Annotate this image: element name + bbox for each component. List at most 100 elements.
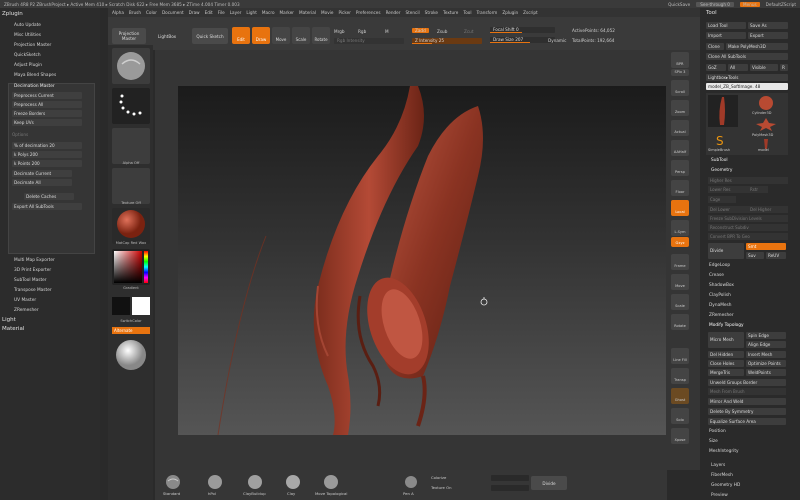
- rgb-intensity-slider[interactable]: Rgb Intensity: [334, 38, 404, 44]
- aahalf-button[interactable]: AAHalf: [671, 140, 689, 156]
- main-color-swatch[interactable]: [132, 297, 150, 315]
- clone-all-subtools-button[interactable]: Clone All SubTools: [706, 53, 788, 60]
- menu-edit[interactable]: Edit: [205, 10, 213, 15]
- floor-button[interactable]: Floor: [671, 180, 689, 196]
- mirror-and-weld-button[interactable]: Mirror And Weld: [708, 398, 786, 405]
- menu-document[interactable]: Document: [162, 10, 184, 15]
- solo-button[interactable]: Solo: [671, 408, 689, 424]
- menu-draw[interactable]: Draw: [189, 10, 200, 15]
- draw-mode-button[interactable]: Draw: [252, 27, 270, 44]
- save-as-button[interactable]: Save As: [748, 22, 788, 29]
- lsym-button[interactable]: L.Sym: [671, 220, 689, 236]
- menu-render[interactable]: Render: [386, 10, 401, 15]
- menu-zplugin[interactable]: Zplugin: [502, 10, 518, 15]
- menu-movie[interactable]: Movie: [321, 10, 333, 15]
- align-edge-button[interactable]: Align Edge: [746, 341, 786, 348]
- draw-size-slider[interactable]: Draw Size 207: [490, 37, 555, 43]
- move-topological-brush-button[interactable]: [321, 473, 341, 491]
- lightbox-button[interactable]: LightBox: [150, 28, 184, 44]
- main-secondary-color[interactable]: [112, 297, 150, 317]
- bottom-slider-1[interactable]: [491, 475, 529, 481]
- color-picker[interactable]: [112, 249, 150, 285]
- hpol-brush-button[interactable]: [205, 473, 225, 491]
- del-hidden-button[interactable]: Del Hidden: [708, 351, 744, 358]
- simplebrush-thumb[interactable]: S: [710, 133, 732, 149]
- lightbox-tools-button[interactable]: Lightbox▸Tools: [706, 74, 788, 81]
- geometry-hd-header[interactable]: Geometry HD: [711, 483, 740, 488]
- subtool-header[interactable]: SubTool: [711, 158, 728, 163]
- plugin-transpose-master[interactable]: Transpose Master: [14, 288, 52, 293]
- rstr-button[interactable]: Rstr: [748, 186, 768, 193]
- equalize-surface-button[interactable]: Equalize Surface Area: [708, 418, 786, 425]
- bottom-slider-2[interactable]: [491, 485, 529, 491]
- claypolish-header[interactable]: ClayPolish: [709, 293, 731, 298]
- colorize-toggle[interactable]: Colorize: [431, 475, 446, 480]
- light-header[interactable]: Light: [2, 317, 16, 323]
- menu-stroke[interactable]: Stroke: [425, 10, 438, 15]
- zoom-button[interactable]: Zoom: [671, 100, 689, 116]
- see-through-slider[interactable]: See-through 0: [696, 1, 734, 7]
- texture-thumbnail[interactable]: [112, 168, 150, 204]
- pct-decimation-slider[interactable]: % of decimation 20: [12, 142, 82, 149]
- keep-uvs-toggle[interactable]: Keep UVs: [12, 119, 82, 126]
- reuv-toggle[interactable]: ReUV: [766, 252, 786, 259]
- import-button[interactable]: Import: [706, 32, 746, 39]
- decimate-current-button[interactable]: Decimate Current: [12, 170, 72, 177]
- menu-alpha[interactable]: Alpha: [112, 10, 124, 15]
- goz-button[interactable]: GoZ: [706, 64, 726, 71]
- menu-tool[interactable]: Tool: [463, 10, 471, 15]
- alternate-toggle[interactable]: Alternate: [112, 327, 150, 334]
- layers-header[interactable]: Layers: [711, 463, 725, 468]
- crease-header[interactable]: Crease: [709, 273, 724, 278]
- plugin-adjust-plugin[interactable]: Adjust Plugin: [14, 63, 42, 68]
- z-intensity-slider[interactable]: Z Intensity 25: [412, 38, 482, 44]
- clay-brush-button[interactable]: [283, 473, 303, 491]
- mrgb-toggle[interactable]: Mrgb: [334, 29, 345, 34]
- bpr-button[interactable]: BPR: [671, 52, 689, 68]
- scale-mode-button[interactable]: Scale: [292, 27, 310, 44]
- rgb-toggle[interactable]: Rgb: [358, 29, 366, 34]
- k-points-slider[interactable]: k Points 200: [12, 160, 82, 167]
- menu-marker[interactable]: Marker: [280, 10, 294, 15]
- insert-mesh-button[interactable]: Insert Mesh: [746, 351, 786, 358]
- delete-by-symmetry-button[interactable]: Delete By Symmetry: [708, 408, 786, 415]
- current-tool-slider[interactable]: model_ZB_SoftImage. 48: [706, 83, 788, 90]
- smt-toggle[interactable]: Smt: [746, 243, 786, 250]
- divide-button[interactable]: Divide: [708, 243, 744, 259]
- suv-toggle[interactable]: Suv: [746, 252, 764, 259]
- k-polys-slider[interactable]: k Polys 200: [12, 151, 82, 158]
- menu-zscript[interactable]: Zscript: [523, 10, 538, 15]
- export-all-subtools-button[interactable]: Export All SubTools: [12, 203, 82, 210]
- modify-topology-header[interactable]: Modify Topology: [709, 323, 744, 328]
- quicksave-button[interactable]: QuickSave: [668, 2, 690, 7]
- preview-header[interactable]: Preview: [711, 493, 728, 498]
- secondary-color-swatch[interactable]: [112, 297, 130, 315]
- goz-visible-button[interactable]: Visible: [750, 64, 778, 71]
- plugin-multi-map-exporter[interactable]: Multi Map Exporter: [14, 258, 55, 263]
- export-button[interactable]: Export: [748, 32, 788, 39]
- pen-a-button[interactable]: [401, 473, 421, 491]
- close-holes-button[interactable]: Close Holes: [708, 360, 744, 367]
- lower-res-button[interactable]: Lower Res: [708, 186, 748, 193]
- gradient-label[interactable]: Gradient: [112, 286, 150, 290]
- micro-mesh-button[interactable]: Micro Mesh: [708, 332, 744, 348]
- meshintegrity-header[interactable]: MeshIntegrity: [709, 449, 739, 454]
- tool-palette-title[interactable]: Tool: [706, 10, 717, 16]
- menu-light[interactable]: Light: [246, 10, 256, 15]
- plugin-misc-utilities[interactable]: Misc Utilities: [14, 33, 41, 38]
- zplugin-header[interactable]: Zplugin: [2, 11, 23, 17]
- mesh-from-brush-button[interactable]: Mesh From Brush: [708, 388, 786, 395]
- decimate-all-button[interactable]: Decimate All: [12, 179, 72, 186]
- linefill-button[interactable]: Line Fill: [671, 348, 689, 364]
- scroll-button[interactable]: Scroll: [671, 80, 689, 96]
- local-button[interactable]: Local: [671, 200, 689, 216]
- spix-slider[interactable]: SPix 3: [671, 69, 689, 76]
- menu-preferences[interactable]: Preferences: [356, 10, 381, 15]
- menu-transform[interactable]: Transform: [476, 10, 497, 15]
- m-toggle[interactable]: M: [385, 29, 389, 34]
- fibermesh-header[interactable]: FiberMesh: [711, 473, 733, 478]
- rotate-view-button[interactable]: Rotate: [671, 314, 689, 330]
- zsub-toggle[interactable]: Zsub: [437, 29, 447, 34]
- actual-button[interactable]: Actual: [671, 120, 689, 136]
- canvas-viewport[interactable]: [178, 86, 666, 435]
